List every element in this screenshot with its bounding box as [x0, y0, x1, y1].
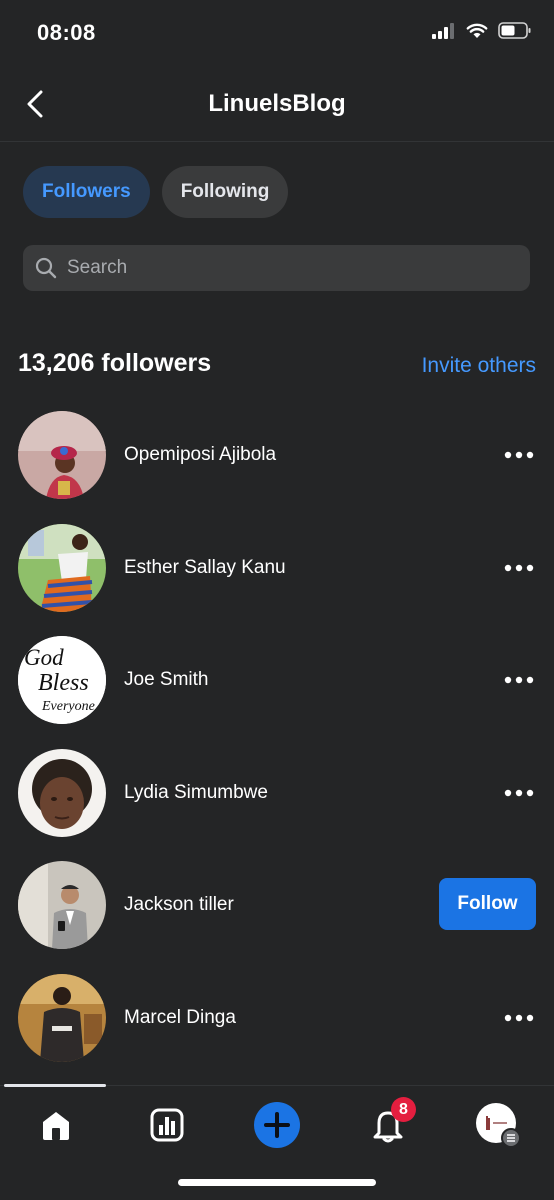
follower-name[interactable]: Esther Sallay Kanu [124, 557, 286, 579]
profile-icon [476, 1103, 521, 1148]
tab-followers[interactable]: Followers [23, 166, 150, 218]
avatar-text-line-2: Bless [38, 670, 89, 696]
active-tab-indicator [4, 1084, 106, 1087]
list-item[interactable]: Opemiposi Ajibola [0, 398, 554, 511]
follower-name[interactable]: Jackson tiller [124, 894, 234, 916]
followers-count: 13,206 followers [18, 349, 212, 377]
more-horizontal-icon [504, 451, 534, 459]
avatar[interactable] [18, 973, 106, 1062]
avatar[interactable] [18, 861, 106, 949]
avatar[interactable] [18, 523, 106, 612]
followers-list: Opemiposi Ajibola Esther Sallay Kanu God… [0, 398, 554, 1073]
follower-name[interactable]: Lydia Simumbwe [124, 782, 268, 804]
follower-name[interactable]: Opemiposi Ajibola [124, 444, 276, 466]
avatar[interactable] [18, 411, 106, 499]
tab-dashboard[interactable] [139, 1100, 195, 1150]
more-options-button[interactable] [502, 551, 536, 585]
list-item[interactable]: Marcel Dinga [0, 961, 554, 1074]
list-item[interactable]: Lydia Simumbwe [0, 736, 554, 849]
more-options-button[interactable] [502, 438, 536, 472]
more-horizontal-icon [504, 1014, 534, 1021]
avatar[interactable] [18, 748, 106, 837]
signal-icon [432, 22, 454, 39]
search-icon [35, 257, 57, 279]
battery-icon [498, 22, 531, 39]
wifi-icon [466, 23, 488, 38]
follower-name[interactable]: Joe Smith [124, 669, 208, 691]
home-indicator [178, 1179, 376, 1186]
tab-home[interactable] [28, 1100, 84, 1150]
more-options-button[interactable] [502, 1001, 536, 1035]
list-item[interactable]: God Bless Everyone Joe Smith [0, 623, 554, 736]
follow-button[interactable]: Follow [439, 878, 536, 930]
more-horizontal-icon [504, 564, 534, 571]
status-time: 08:08 [37, 20, 96, 45]
follower-name[interactable]: Marcel Dinga [124, 1007, 236, 1029]
status-icons [432, 22, 532, 39]
home-icon [43, 1112, 69, 1140]
more-horizontal-icon [504, 789, 534, 796]
followers-count-row: 13,206 followers Invite others [18, 346, 536, 386]
status-bar: 08:08 [0, 0, 554, 66]
avatar-text-line-1: God [24, 645, 64, 670]
invite-others-link[interactable]: Invite others [422, 354, 536, 378]
page-title: LinuelsBlog [208, 90, 346, 117]
create-icon [254, 1102, 300, 1148]
tab-following[interactable]: Following [161, 166, 289, 218]
search-bar [23, 245, 530, 291]
list-item[interactable]: Esther Sallay Kanu [0, 511, 554, 624]
more-horizontal-icon [504, 676, 534, 684]
tab-profile[interactable] [470, 1100, 526, 1150]
nav-header: LinuelsBlog [0, 66, 554, 142]
notifications-badge: 8 [391, 1097, 416, 1122]
dashboard-icon [150, 1108, 184, 1142]
search-input[interactable] [67, 257, 507, 279]
more-options-button[interactable] [502, 776, 536, 810]
more-options-button[interactable] [502, 663, 536, 697]
follow-tabs: Followers Following [23, 166, 289, 218]
avatar-text-line-3: Everyone [41, 699, 95, 714]
avatar[interactable]: God Bless Everyone [18, 636, 106, 724]
tab-create[interactable] [249, 1100, 305, 1150]
